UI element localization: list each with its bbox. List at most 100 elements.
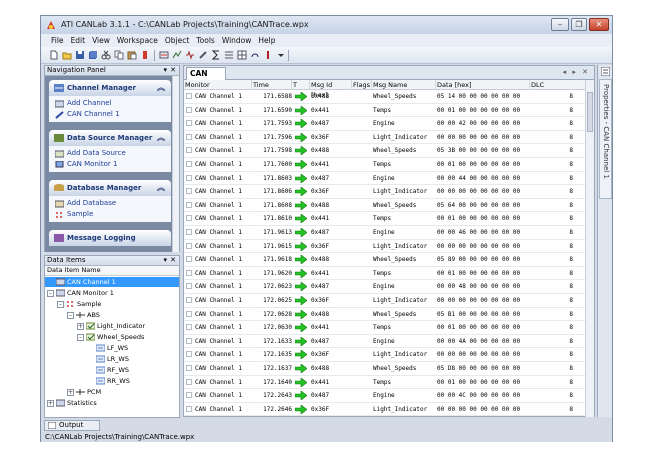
tree-item[interactable]: + Statistics <box>45 398 97 408</box>
add-database-link[interactable]: Add Database <box>55 198 171 209</box>
data-source-manager-header[interactable]: Data Source Manager ︽ <box>49 130 171 146</box>
paste-icon[interactable] <box>127 50 137 60</box>
collapse-icon[interactable]: – <box>47 289 54 297</box>
row-checkbox[interactable] <box>186 365 192 371</box>
trace-row[interactable]: CAN Channel 1 172.0630 0x441 Temps 00 01 00 … <box>184 321 586 335</box>
expand-icon[interactable]: + <box>77 322 84 330</box>
cut-icon[interactable] <box>101 50 111 60</box>
column-monitor[interactable]: Monitor <box>184 80 252 90</box>
trace-row[interactable]: CAN Channel 1 172.1633 0x487 Engine 00 00 4A… <box>184 335 586 349</box>
column-time[interactable]: Time <box>252 80 292 90</box>
column-msg-name[interactable]: Msg Name <box>372 80 436 90</box>
scrollbar-thumb[interactable] <box>587 92 593 132</box>
marker-icon[interactable] <box>263 50 273 60</box>
add-channel-link[interactable]: Add Channel <box>55 98 171 109</box>
row-checkbox[interactable] <box>186 106 192 113</box>
tree-item[interactable]: LR_WS <box>45 354 129 364</box>
trace-row[interactable]: CAN Channel 1 171.6588 0x488 Wheel_Speeds 05… <box>184 90 586 104</box>
menu-help[interactable]: Help <box>258 36 275 45</box>
row-checkbox[interactable] <box>186 215 192 222</box>
trace-row[interactable]: CAN Channel 1 171.8606 0x36F Light_Indicato… <box>184 185 586 199</box>
grid-icon[interactable] <box>237 50 247 60</box>
dropdown-icon[interactable] <box>276 50 286 60</box>
row-checkbox[interactable] <box>186 324 192 331</box>
row-checkbox[interactable] <box>186 283 192 290</box>
row-checkbox[interactable] <box>186 405 192 412</box>
trace-row[interactable]: CAN Channel 1 172.1637 0x488 Wheel_Speeds 05… <box>184 362 586 376</box>
column-data[interactable]: Data [hex] <box>436 80 530 90</box>
row-checkbox[interactable] <box>186 269 192 276</box>
trace-row[interactable]: CAN Channel 1 171.9613 0x487 Engine 00 00 46… <box>184 226 586 240</box>
tree-item[interactable]: + Light_Indicator <box>45 321 145 331</box>
tab-navigation[interactable]: ◂ ▸ ✕ <box>563 68 590 76</box>
close-icon[interactable]: ✕ <box>170 66 176 74</box>
tree-item[interactable]: RF_WS <box>45 365 129 375</box>
channel-icon[interactable] <box>159 50 169 60</box>
trace-row[interactable]: CAN Channel 1 172.0628 0x488 Wheel_Speeds 05… <box>184 308 586 322</box>
row-checkbox[interactable] <box>186 229 192 235</box>
output-tab[interactable]: Output <box>44 420 100 431</box>
menu-workspace[interactable]: Workspace <box>117 36 158 45</box>
can-monitor-link[interactable]: CAN Monitor 1 <box>55 159 171 170</box>
menu-view[interactable]: View <box>92 36 110 45</box>
trace-row[interactable]: CAN Channel 1 172.0625 0x36F Light_Indicato… <box>184 294 586 308</box>
sample-database-link[interactable]: Sample <box>55 209 171 220</box>
navigation-panel-scrollbar[interactable] <box>172 76 179 252</box>
data-item-name-column-header[interactable]: Data Item Name <box>45 266 179 276</box>
tab-can-trace[interactable]: CAN Trace <box>186 67 226 90</box>
row-checkbox[interactable] <box>186 337 192 344</box>
add-data-source-link[interactable]: Add Data Source <box>55 148 171 159</box>
trace-row[interactable]: CAN Channel 1 171.9615 0x36F Light_Indicato… <box>184 240 586 254</box>
save-icon[interactable] <box>75 50 85 60</box>
row-checkbox[interactable] <box>186 201 192 208</box>
trace-row[interactable]: CAN Channel 1 171.6590 0x441 Temps 00 01 00 … <box>184 104 586 118</box>
trace-row[interactable]: CAN Channel 1 171.7600 0x441 Temps 00 01 00 … <box>184 158 586 172</box>
database-manager-header[interactable]: Database Manager ︽ <box>49 180 171 196</box>
copy-icon[interactable] <box>114 50 124 60</box>
row-checkbox[interactable] <box>186 93 192 99</box>
trace-row[interactable]: CAN Channel 1 171.8608 0x488 Wheel_Speeds 05… <box>184 199 586 213</box>
edit-icon[interactable] <box>198 50 208 60</box>
row-checkbox[interactable] <box>186 392 192 399</box>
close-button[interactable]: ✕ <box>589 18 609 31</box>
trace-row[interactable]: CAN Channel 1 171.8610 0x441 Temps 00 01 00 … <box>184 212 586 226</box>
menu-edit[interactable]: Edit <box>71 36 86 45</box>
trace-row[interactable]: CAN Channel 1 171.8603 0x487 Engine 00 00 44… <box>184 172 586 186</box>
column-flags[interactable]: Flags <box>352 80 372 90</box>
trace-row[interactable]: CAN Channel 1 172.0623 0x487 Engine 00 00 48… <box>184 280 586 294</box>
pin-icon[interactable]: ▾ <box>163 66 167 74</box>
chevron-up-icon[interactable]: ︽ <box>157 80 165 96</box>
row-checkbox[interactable] <box>186 297 192 303</box>
tree-item[interactable]: – ABS <box>45 310 100 320</box>
minimize-button[interactable]: – <box>551 18 569 31</box>
trace-vertical-scrollbar[interactable] <box>585 80 594 417</box>
signal-icon[interactable] <box>185 50 195 60</box>
save-all-icon[interactable] <box>88 50 98 60</box>
collapse-icon[interactable]: – <box>57 300 64 308</box>
can-channel-link[interactable]: CAN Channel 1 <box>55 109 171 120</box>
row-checkbox[interactable] <box>186 133 192 140</box>
row-checkbox[interactable] <box>186 351 192 358</box>
chevron-up-icon[interactable]: ︽ <box>157 180 165 196</box>
sum-icon[interactable] <box>211 50 221 60</box>
row-checkbox[interactable] <box>186 188 192 195</box>
pin-icon[interactable]: ▾ <box>163 256 167 264</box>
collapse-icon[interactable]: – <box>67 311 74 319</box>
chevron-up-icon[interactable]: ︽ <box>157 130 165 146</box>
trace-row[interactable]: CAN Channel 1 172.1635 0x36F Light_Indicato… <box>184 348 586 362</box>
message-logging-header[interactable]: Message Logging <box>49 230 171 246</box>
trace-row[interactable]: CAN Channel 1 172.2646 0x36F Light_Indicato… <box>184 403 586 417</box>
collapse-icon[interactable]: – <box>77 333 84 341</box>
row-checkbox[interactable] <box>186 310 192 317</box>
tree-item[interactable]: – CAN Monitor 1 <box>45 288 114 298</box>
menu-object[interactable]: Object <box>165 36 189 45</box>
tree-item[interactable]: – Wheel_Speeds <box>45 332 144 342</box>
trace-row[interactable]: CAN Channel 1 172.1640 0x441 Temps 00 01 00 … <box>184 376 586 390</box>
tree-item[interactable]: – Sample <box>45 299 101 309</box>
properties-tab[interactable]: Properties - CAN Channel 1 <box>599 79 612 199</box>
close-icon[interactable]: ✕ <box>170 256 176 264</box>
expand-icon[interactable]: + <box>67 388 74 396</box>
open-folder-icon[interactable] <box>62 50 72 60</box>
column-type[interactable]: T <box>292 80 310 90</box>
tree-item[interactable]: LF_WS <box>45 343 128 353</box>
